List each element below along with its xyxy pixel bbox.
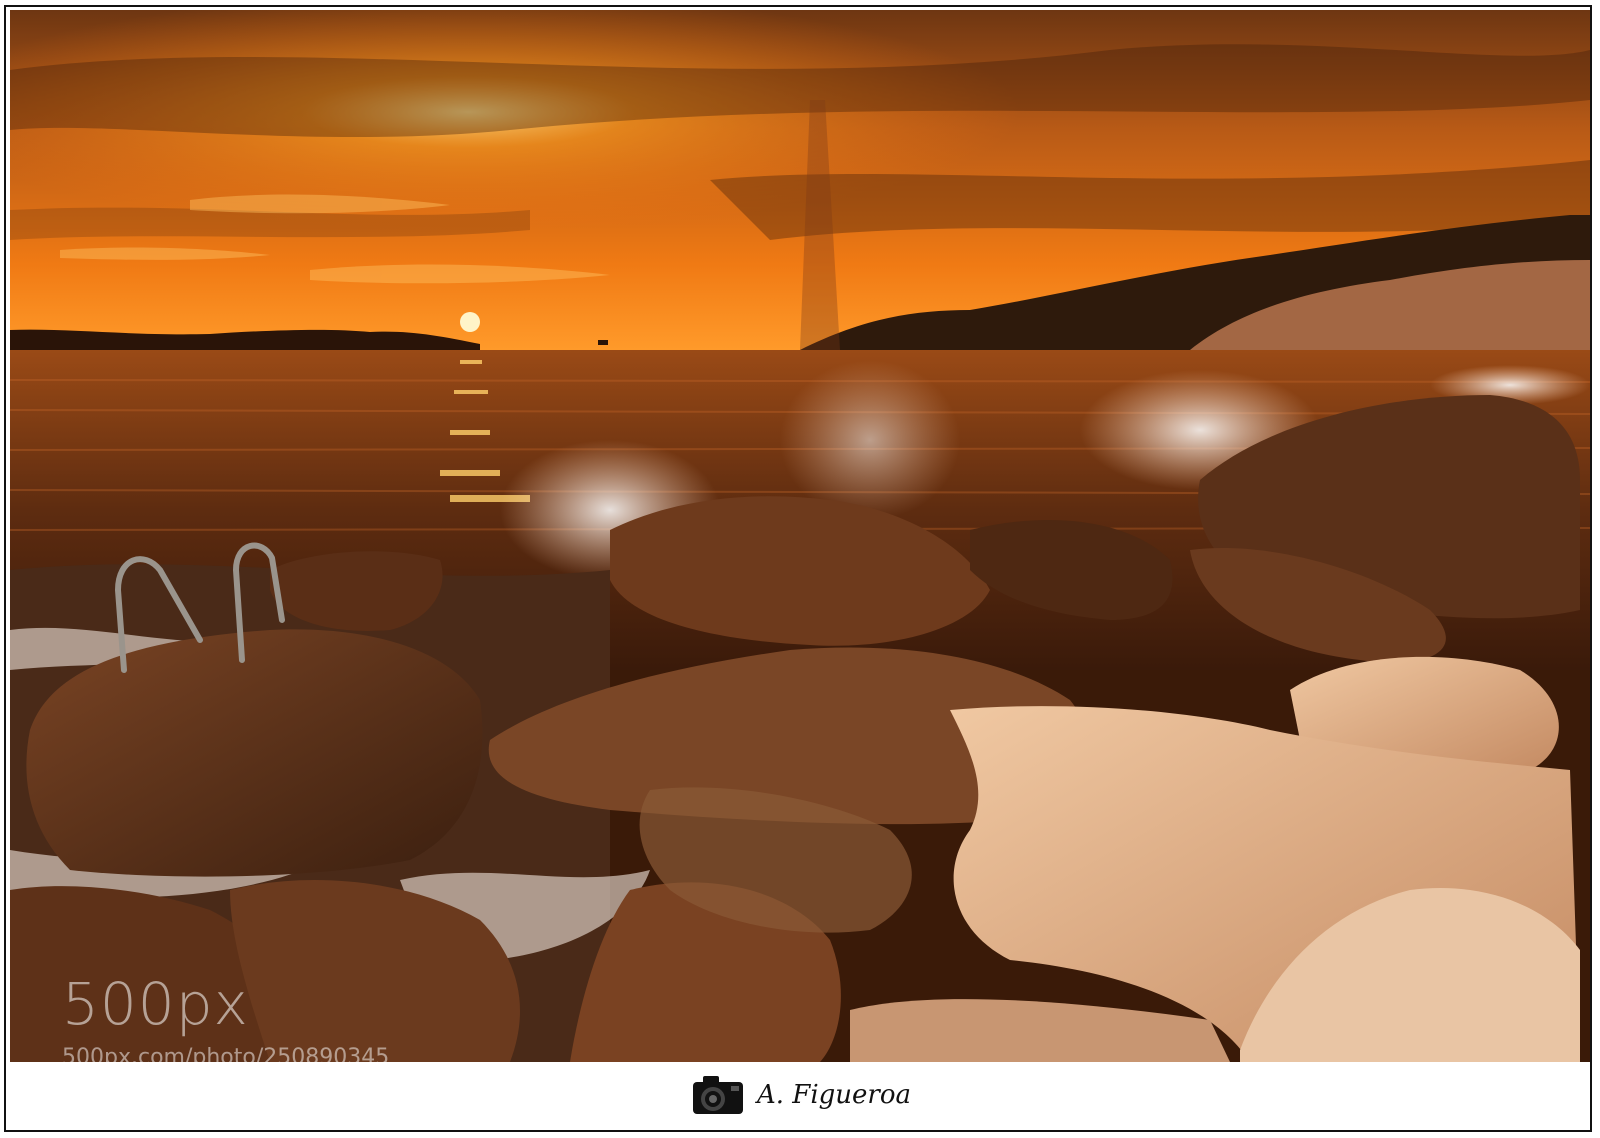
sunset-seascape [10, 10, 1590, 1062]
watermark-logo: 500px [62, 970, 249, 1038]
sun [460, 312, 480, 332]
photographer-signature: A. Figueroa [0, 1062, 1600, 1128]
sunset-photo: 500px 500px.com/photo/250890345 [10, 10, 1590, 1062]
watermark-url: 500px.com/photo/250890345 [62, 1045, 390, 1062]
camera-icon [692, 1076, 743, 1114]
signature-name: A. Figueroa [756, 1080, 912, 1110]
